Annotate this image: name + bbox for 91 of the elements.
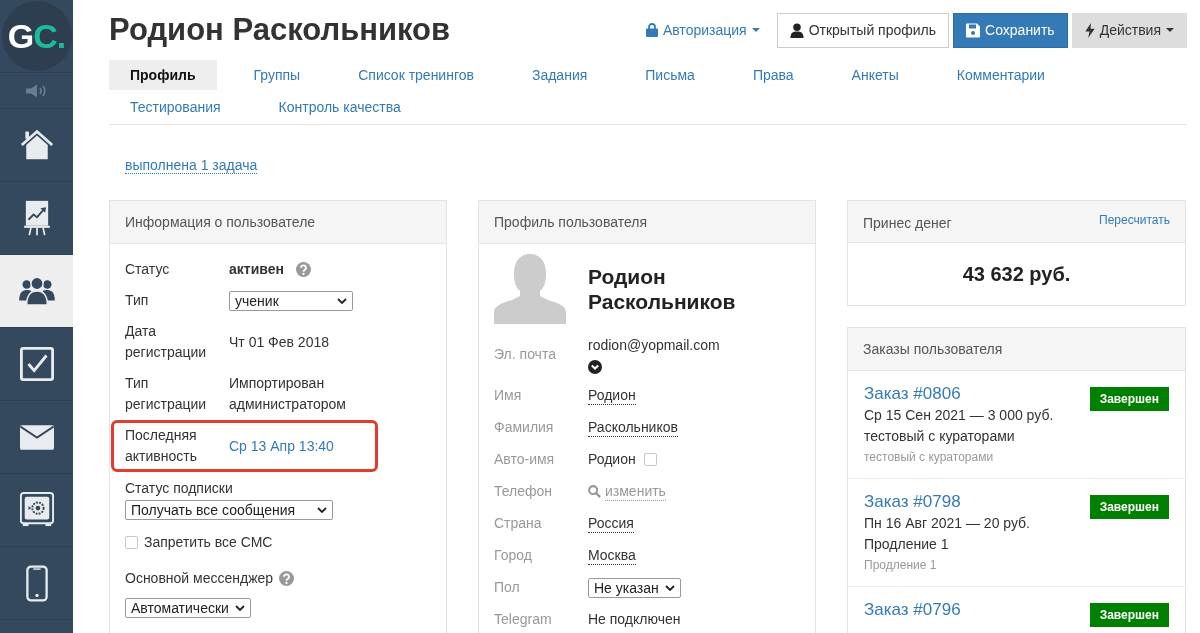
tasks-link[interactable]: выполнена 1 задача (125, 157, 258, 174)
edit-link[interactable]: изменить (605, 482, 666, 501)
revenue-amount: 43 632 руб. (962, 262, 1071, 286)
field-value: Родион (588, 450, 636, 469)
subscription-select[interactable]: Получать все сообщения (125, 500, 333, 520)
open-profile-button[interactable]: Открытый профиль (776, 12, 950, 48)
tab[interactable]: Письма (624, 60, 716, 90)
gender-select[interactable]: Не указан (588, 577, 681, 598)
caret-icon (1166, 28, 1174, 32)
caret-icon (751, 28, 760, 32)
authorization-menu[interactable]: Авторизация (645, 22, 760, 38)
status-badge: Завершен (1089, 387, 1169, 411)
tab[interactable]: Группы (232, 60, 322, 90)
field-label: Пол (494, 578, 521, 597)
order-note: тестовый с кураторами (864, 449, 995, 466)
field-value: Не подключен (588, 610, 681, 629)
save-button[interactable]: Сохранить (953, 12, 1068, 48)
field-label: Статус (125, 260, 171, 279)
users-icon (17, 276, 56, 306)
tab[interactable]: Задания (510, 60, 609, 90)
order-offer: тестовый с кураторами (864, 427, 1016, 446)
order-summary: Ср 15 Сен 2021 — 3 000 руб. (864, 406, 1054, 425)
lightning-icon (1084, 22, 1095, 38)
search-icon (588, 485, 601, 498)
order-link[interactable]: Заказ #0798 (864, 491, 1030, 513)
page-title: Родион Раскольников (109, 12, 451, 48)
field-label: Последняя активность (125, 426, 198, 466)
panel-title: Профиль пользователя (494, 214, 647, 230)
tab[interactable]: Права (731, 60, 815, 90)
sidebar-item[interactable] (0, 255, 73, 328)
tab[interactable]: Анкеты (830, 60, 920, 90)
field-label: Тип регистрации (125, 374, 208, 414)
order-link[interactable]: Заказ #0806 (864, 383, 1054, 405)
field-label: Telegram (494, 610, 553, 629)
field-value: Импортирован администратором (229, 374, 347, 414)
logo[interactable]: GC. (1, 1, 72, 71)
status-value: активен (229, 260, 284, 279)
chevron-down-icon (664, 584, 675, 591)
panel-title: Информация о пользователе (125, 214, 316, 230)
field-label: Основной мессенджер (125, 569, 274, 588)
tab[interactable]: Профиль (109, 60, 217, 90)
panel-title: Заказы пользователя (863, 341, 1003, 357)
field-label: Эл. почта (494, 345, 557, 364)
help-icon[interactable] (279, 571, 295, 586)
tab[interactable]: Комментарии (935, 60, 1066, 90)
profile-name: Родион Раскольников (588, 264, 737, 314)
field-label: Фамилия (494, 418, 555, 437)
chevron-circle-icon[interactable] (588, 360, 602, 374)
actions-button[interactable]: Действия (1071, 12, 1187, 48)
checkbox-label: Запретить все СМС (144, 533, 273, 552)
smartphone-icon (25, 564, 48, 602)
type-select[interactable]: ученик (229, 290, 353, 311)
order-summary: Пн 16 Авг 2021 — 20 руб. (864, 514, 1030, 533)
envelope-icon (19, 424, 54, 450)
order-note: Продление 1 (864, 557, 938, 574)
chevron-down-icon (337, 297, 347, 304)
chevron-down-icon (234, 605, 245, 611)
order-link[interactable]: Заказ #0796 (864, 599, 961, 621)
status-badge: Завершен (1089, 603, 1169, 627)
chevron-down-icon (317, 507, 327, 513)
field-label: Статус подписки (125, 480, 233, 496)
editable-value[interactable]: Россия (588, 514, 634, 533)
field-label: Имя (494, 386, 523, 405)
user-icon (789, 22, 804, 38)
field-label: Тип (125, 291, 150, 310)
field-label: Телефон (494, 482, 554, 501)
avatar-silhouette (494, 254, 566, 324)
field-label: Авто-имя (494, 450, 556, 469)
lock-icon (645, 23, 658, 37)
field-label: Страна (494, 514, 543, 533)
editable-value[interactable]: Москва (588, 546, 636, 565)
email-value: rodion@yopmail.com (588, 336, 720, 355)
editable-value[interactable]: Раскольников (588, 418, 678, 437)
tab[interactable]: Тестирования (109, 92, 242, 122)
status-badge: Завершен (1089, 495, 1169, 519)
order-offer: Продление 1 (864, 535, 950, 554)
editable-value[interactable]: Родион (588, 386, 636, 405)
safe-icon (19, 492, 54, 528)
messenger-select[interactable]: Автоматически (125, 598, 251, 618)
field-value: Чт 01 Фев 2018 (229, 332, 329, 352)
tab[interactable]: Список тренингов (337, 60, 495, 90)
recalculate-link[interactable]: Пересчитать (1099, 213, 1170, 227)
checked-square-icon (19, 346, 54, 382)
checkbox[interactable] (643, 453, 657, 466)
panel-title: Принес денег (863, 214, 952, 231)
tab[interactable]: Контроль качества (257, 92, 422, 122)
field-label: Город (494, 546, 533, 565)
help-icon[interactable] (295, 262, 311, 277)
checkbox[interactable] (125, 536, 138, 549)
field-label: Дата регистрации (125, 322, 208, 362)
date-link[interactable]: Ср 13 Апр 13:40 (229, 435, 334, 457)
